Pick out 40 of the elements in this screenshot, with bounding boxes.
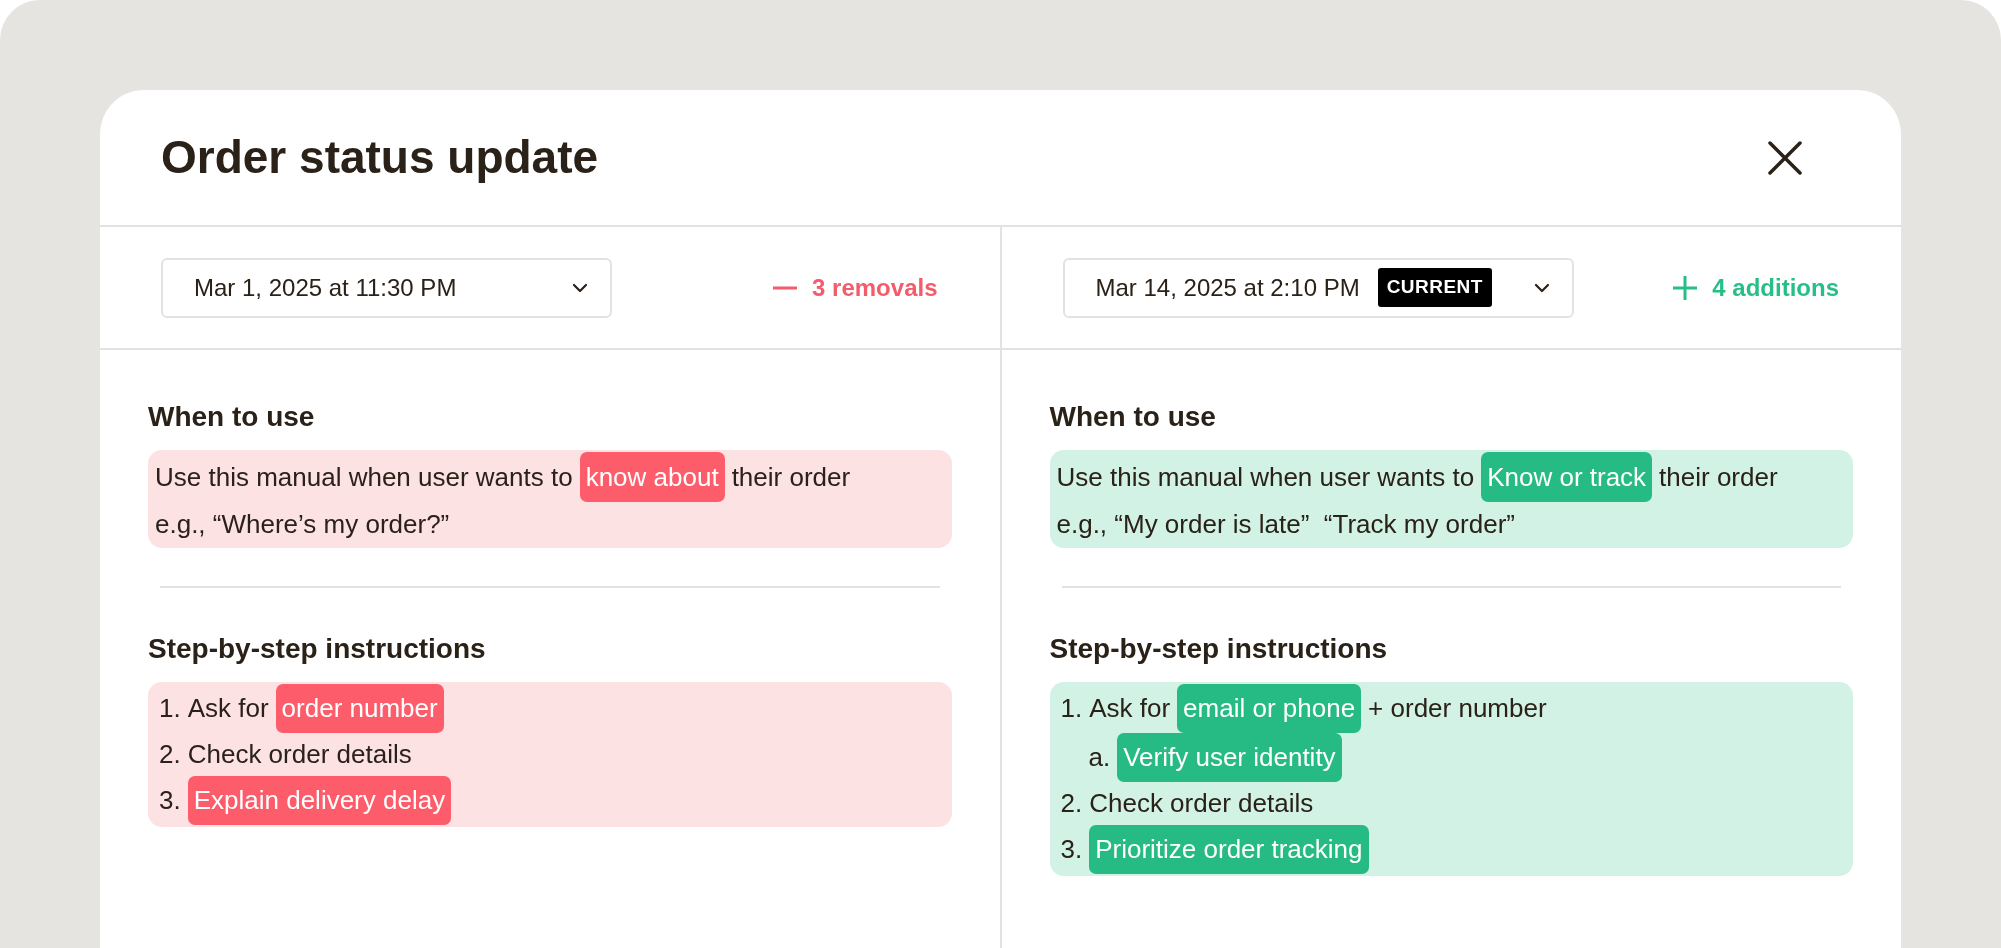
list-marker: 3. bbox=[1060, 833, 1083, 866]
section-heading: Step-by-step instructions bbox=[148, 632, 487, 666]
removed-text: order number bbox=[275, 684, 444, 733]
section-heading: When to use bbox=[148, 400, 316, 434]
section-heading: Step-by-step instructions bbox=[1049, 632, 1389, 666]
added-text: Prioritize order tracking bbox=[1089, 825, 1369, 874]
body-text: Use this manual when user wants to bbox=[1056, 461, 1475, 494]
body-text: Use this manual when user wants to bbox=[155, 461, 573, 494]
list-marker: 1. bbox=[1060, 692, 1083, 725]
list-marker: a. bbox=[1088, 741, 1111, 774]
body-text: Ask for bbox=[1089, 692, 1171, 725]
list-marker: 3. bbox=[159, 784, 181, 817]
plus-icon bbox=[1672, 274, 1699, 301]
change-count: 3 removals bbox=[812, 272, 938, 303]
body-text: Check order details bbox=[1089, 787, 1314, 820]
body-text: Check order details bbox=[187, 738, 412, 771]
close-icon bbox=[1767, 139, 1803, 176]
added-text: Verify user identity bbox=[1117, 733, 1342, 782]
body-text: + order number bbox=[1368, 692, 1547, 725]
added-text: Know or track bbox=[1481, 452, 1653, 502]
list-marker: 2. bbox=[1060, 787, 1083, 820]
list-marker: 2. bbox=[159, 738, 181, 771]
version-dropdown[interactable]: Mar 1, 2025 at 11:30 PM bbox=[161, 257, 613, 318]
minus-icon bbox=[772, 285, 799, 290]
chevron-down-icon bbox=[572, 282, 589, 293]
chevron-down-icon bbox=[1533, 282, 1550, 293]
dialog-title: Order status update bbox=[161, 130, 599, 185]
change-count: 4 additions bbox=[1712, 272, 1839, 303]
version-dropdown[interactable]: Mar 14, 2025 at 2:10 PM CURRENT bbox=[1062, 257, 1574, 318]
added-text: email or phone bbox=[1177, 684, 1362, 733]
list-marker: 1. bbox=[159, 692, 181, 725]
current-badge: CURRENT bbox=[1377, 268, 1492, 307]
removed-text: Explain delivery delay bbox=[187, 776, 452, 825]
body-text: Ask for bbox=[187, 692, 269, 725]
removed-text: know about bbox=[579, 452, 725, 502]
section-heading: When to use bbox=[1049, 400, 1217, 434]
body-text: their order bbox=[1659, 461, 1778, 494]
body-text: e.g., “My order is late” “Track my order” bbox=[1056, 508, 1515, 541]
body-text: their order bbox=[731, 461, 851, 494]
body-text: e.g., “Where’s my order?” bbox=[155, 508, 450, 541]
